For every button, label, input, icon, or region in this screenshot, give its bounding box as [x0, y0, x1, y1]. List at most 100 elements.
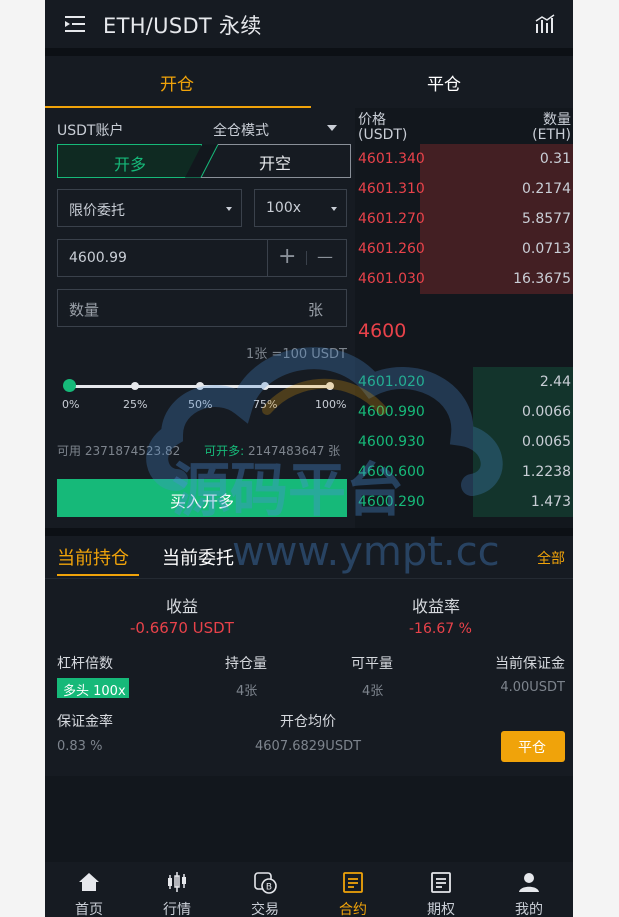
avg-price-label: 开仓均价	[280, 714, 336, 730]
margin-value: 4.00USDT	[500, 680, 565, 695]
price-decrease-button[interactable]: —	[317, 247, 333, 266]
tab-current-orders[interactable]: 当前委托	[162, 544, 234, 570]
nav-item-options[interactable]: 期权	[397, 862, 485, 917]
open-close-tabs: 开仓 平仓	[45, 56, 573, 108]
bid-quantity: 1.2238	[522, 464, 571, 480]
ask-quantity: 0.31	[539, 151, 571, 167]
menu-list-icon[interactable]	[65, 15, 87, 33]
quantity-column-header: 数量 (ETH)	[532, 112, 571, 143]
ask-price: 4601.260	[358, 241, 425, 257]
trading-app: ETH/USDT 永续 开仓 平仓 USDT账户 全仓模式 开多 开空 限价委托…	[45, 0, 573, 917]
order-type-select[interactable]: 限价委托	[57, 189, 242, 227]
open-long-label: 开多	[114, 155, 147, 174]
contract-document-icon	[343, 872, 363, 893]
slider-mark-25[interactable]	[131, 382, 139, 390]
price-input[interactable]: 4600.99 + —	[57, 239, 347, 277]
nav-label: 行情	[163, 902, 191, 917]
closable-label: 可平量	[351, 656, 393, 672]
bid-quantity: 0.0065	[522, 434, 571, 450]
bid-quantity: 0.0066	[522, 404, 571, 420]
nav-label: 期权	[427, 902, 455, 917]
slider-mark-100[interactable]	[326, 382, 334, 390]
open-short-button[interactable]: 开空	[203, 144, 347, 178]
available-value: 2371874523.82	[84, 444, 181, 458]
profit-value: -0.6670 USDT	[130, 619, 234, 637]
caret-down-icon[interactable]	[327, 125, 337, 131]
quantity-unit: 张	[308, 301, 324, 319]
bar-chart-icon[interactable]	[535, 14, 557, 34]
ask-quantity: 0.0713	[522, 241, 571, 257]
profit-rate-value: -16.67 %	[409, 621, 472, 637]
slider-label-0: 0%	[62, 398, 80, 411]
tab-current-positions[interactable]: 当前持仓	[57, 544, 129, 570]
nav-item-home[interactable]: 首页	[45, 862, 133, 917]
order-type-value: 限价委托	[69, 203, 125, 219]
avg-price-value: 4607.6829USDT	[255, 739, 362, 754]
margin-mode-select[interactable]: 全仓模式	[213, 120, 269, 140]
price-value: 4600.99	[69, 250, 127, 266]
ask-row[interactable]: 4601.310 0.2174	[355, 174, 573, 204]
bid-quantity: 2.44	[539, 374, 571, 390]
bid-price: 4600.990	[358, 404, 425, 420]
holding-label: 持仓量	[225, 656, 267, 672]
pair-title[interactable]: ETH/USDT 永续	[103, 10, 262, 40]
ask-row[interactable]: 4601.340 0.31	[355, 144, 573, 174]
options-document-icon	[431, 872, 451, 893]
tab-close-position[interactable]: 平仓	[427, 70, 461, 95]
bid-row[interactable]: 4600.990 0.0066	[355, 397, 573, 427]
bid-row[interactable]: 4600.290 1.473	[355, 487, 573, 517]
header-separator	[45, 48, 573, 56]
bid-row[interactable]: 4600.600 1.2238	[355, 457, 573, 487]
positions-divider	[45, 578, 573, 579]
nav-label: 合约	[339, 902, 367, 917]
available-label: 可用	[57, 444, 82, 458]
exchange-coin-icon: B	[254, 872, 277, 894]
nav-item-trade[interactable]: B 交易	[221, 862, 309, 917]
close-position-button[interactable]: 平仓	[501, 731, 565, 762]
stepper-divider	[306, 251, 307, 265]
empty-area	[45, 776, 573, 862]
slider-label-50: 50%	[188, 398, 213, 411]
quantity-input[interactable]: 数量 张	[57, 289, 347, 327]
leverage-select[interactable]: 100x	[254, 189, 347, 227]
can-open-value: 2147483647 张	[247, 444, 341, 458]
close-position-label: 平仓	[518, 740, 546, 756]
home-icon	[79, 873, 99, 891]
available-balance: 可用 2371874523.82 可开多: 2147483647 张	[57, 442, 340, 459]
bid-row[interactable]: 4600.930 0.0065	[355, 427, 573, 457]
open-short-label: 开空	[259, 154, 292, 173]
contract-size-info: 1张 =100 USDT	[246, 347, 347, 362]
ask-quantity: 0.2174	[522, 181, 571, 197]
positions-panel: 当前持仓 当前委托 全部 收益 -0.6670 USDT 收益率 -16.67 …	[45, 536, 573, 776]
ask-quantity: 5.8577	[522, 211, 571, 227]
buy-open-long-button[interactable]: 买入开多	[57, 479, 347, 517]
tab-open-position[interactable]: 开仓	[160, 70, 194, 95]
bid-price: 4601.020	[358, 374, 425, 390]
ask-price: 4601.030	[358, 271, 425, 287]
ask-row[interactable]: 4601.030 16.3675	[355, 264, 573, 294]
slider-mark-75[interactable]	[261, 382, 269, 390]
caret-down-icon	[226, 207, 232, 211]
closable-value: 4张	[362, 684, 384, 699]
top-header: ETH/USDT 永续	[45, 0, 573, 48]
leverage-value: 100x	[266, 200, 302, 216]
nav-item-market[interactable]: 行情	[133, 862, 221, 917]
margin-rate-value: 0.83 %	[57, 739, 103, 754]
slider-handle[interactable]	[63, 379, 76, 392]
leverage-label: 杠杆倍数	[57, 656, 113, 672]
nav-label: 首页	[75, 902, 103, 917]
price-increase-button[interactable]: +	[278, 244, 296, 269]
order-form: USDT账户 全仓模式 开多 开空 限价委托 100x 4600.99 + —	[45, 108, 355, 528]
nav-item-profile[interactable]: 我的	[485, 862, 573, 917]
ask-row[interactable]: 4601.260 0.0713	[355, 234, 573, 264]
nav-label: 交易	[251, 902, 279, 917]
caret-down-icon	[331, 207, 337, 211]
bid-row[interactable]: 4601.020 2.44	[355, 367, 573, 397]
view-all-link[interactable]: 全部	[537, 548, 565, 568]
slider-label-100: 100%	[315, 398, 347, 411]
bid-quantity: 1.473	[530, 494, 571, 510]
ask-row[interactable]: 4601.270 5.8577	[355, 204, 573, 234]
slider-mark-50[interactable]	[196, 382, 204, 390]
bid-price: 4600.930	[358, 434, 425, 450]
nav-item-contract[interactable]: 合约	[309, 862, 397, 917]
